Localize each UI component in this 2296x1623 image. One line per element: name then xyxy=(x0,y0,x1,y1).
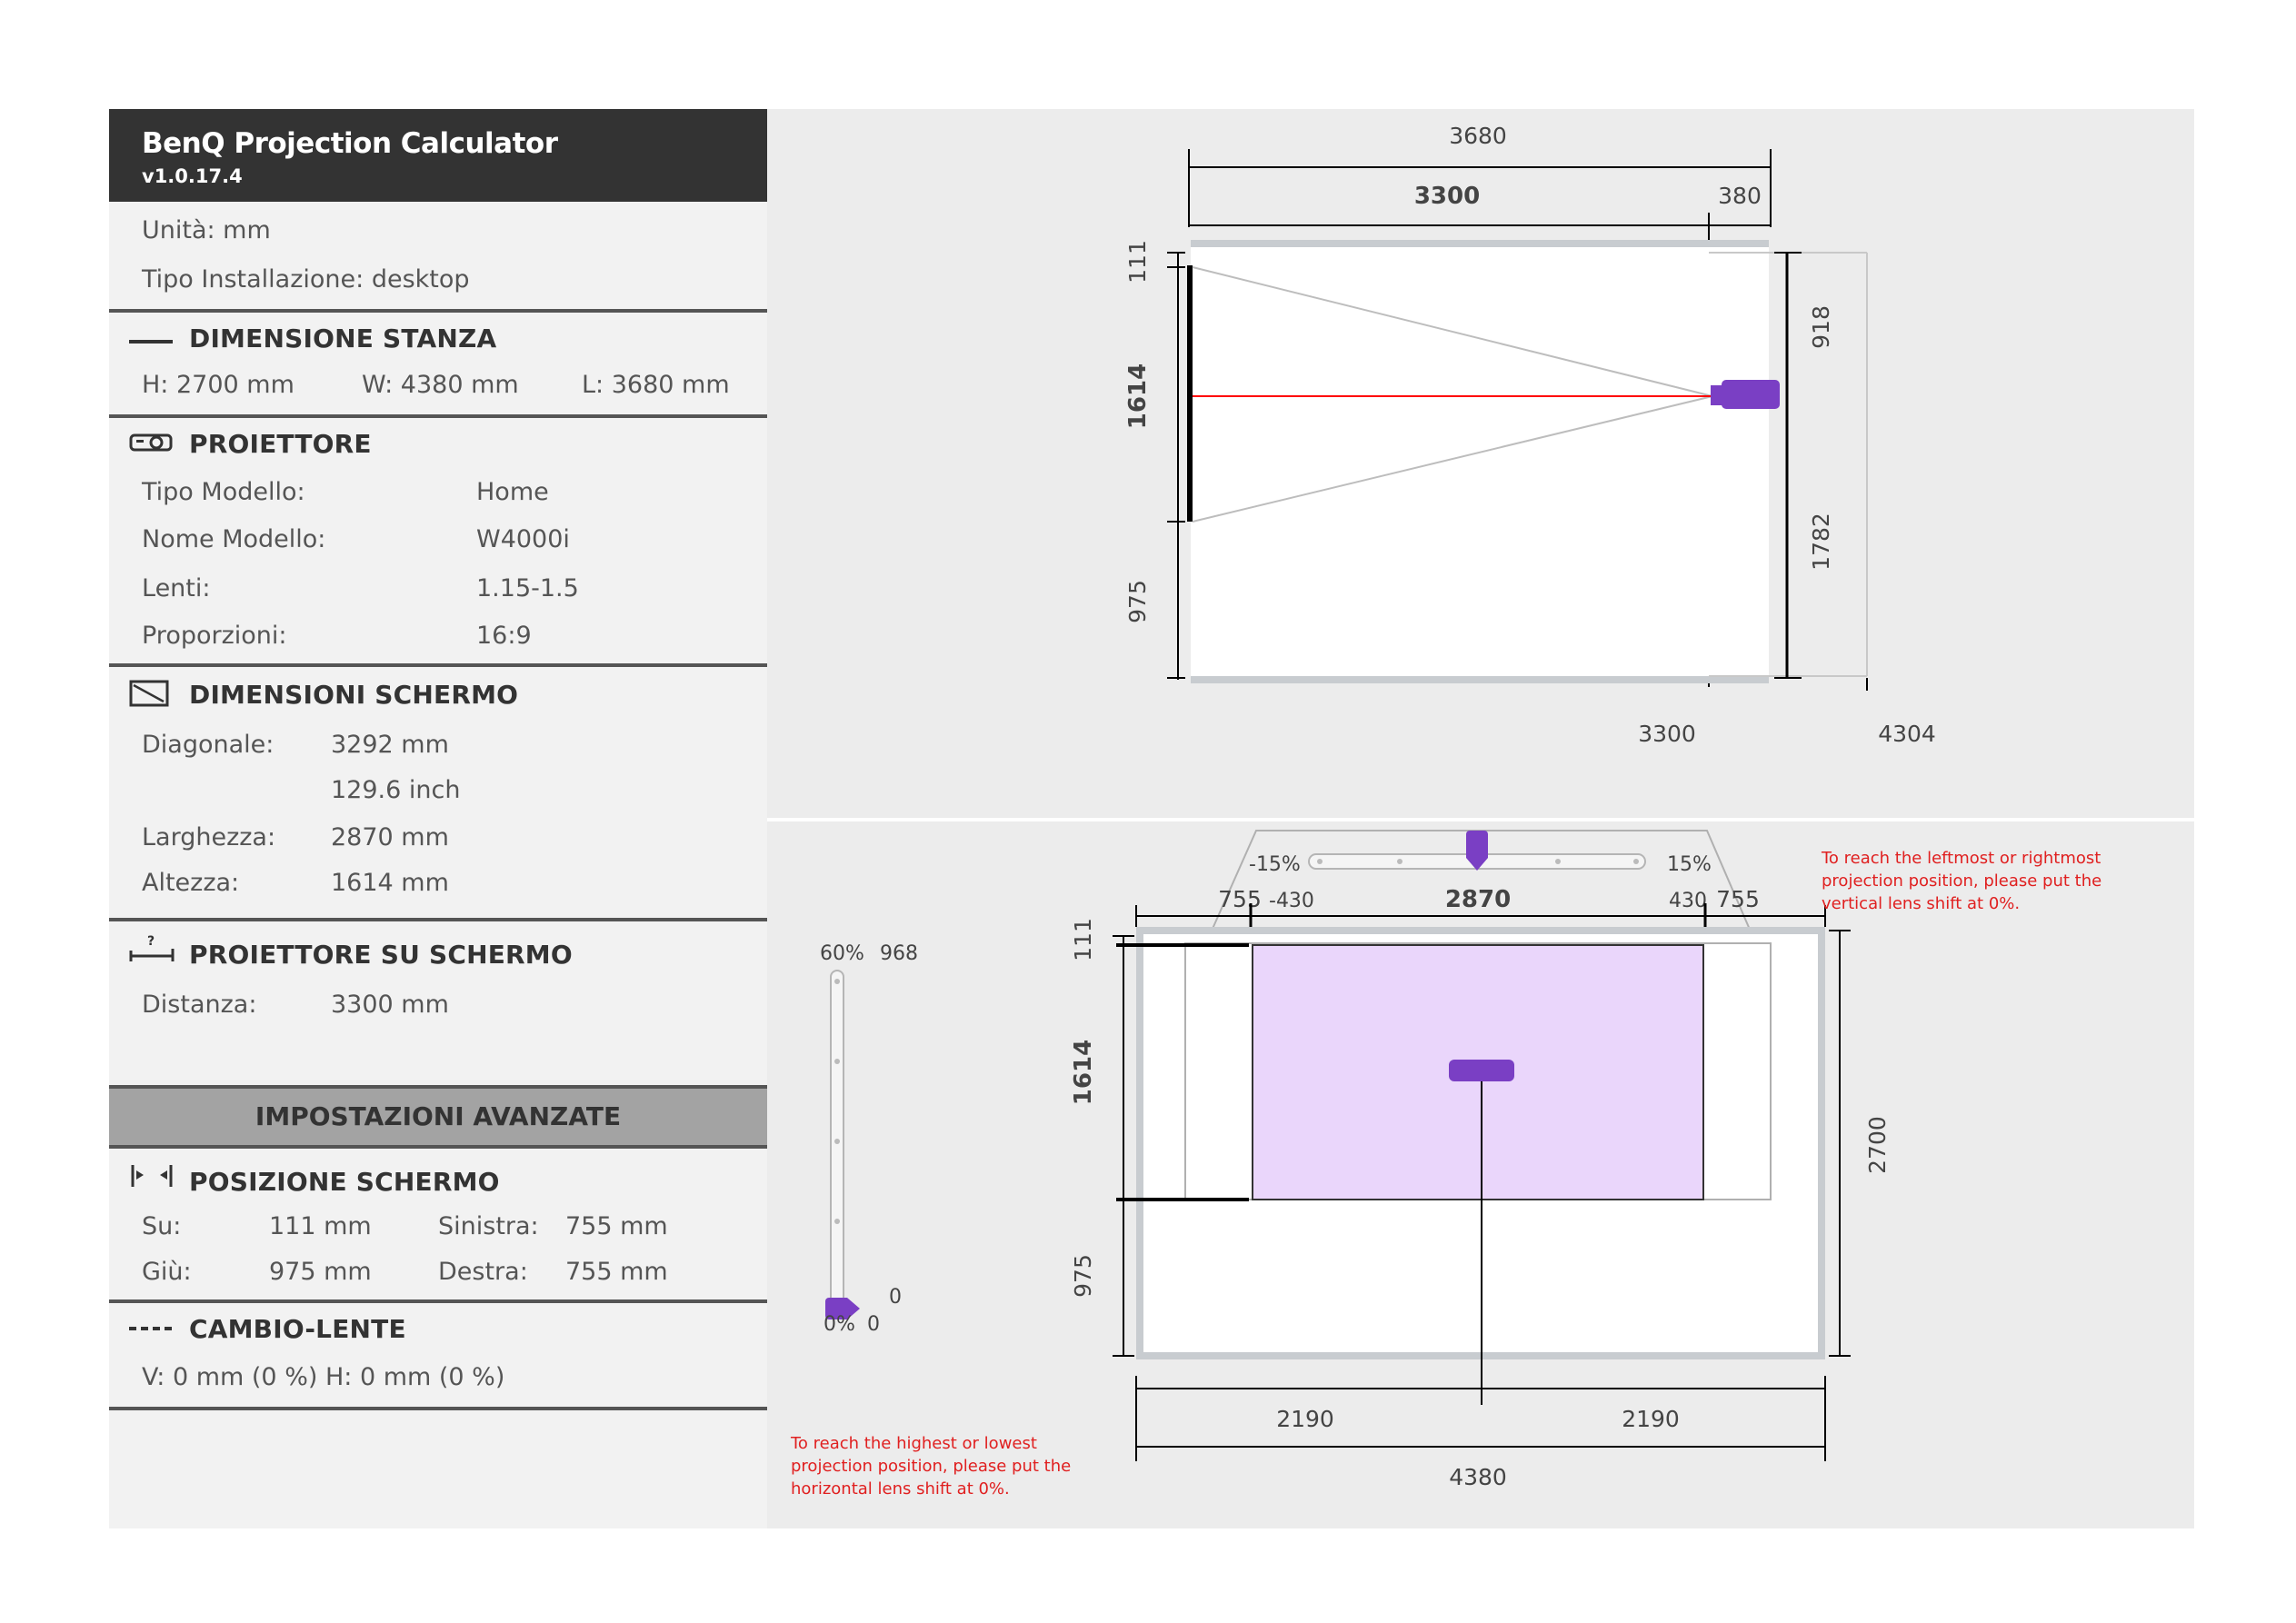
room-length[interactable]: L: 3680 mm xyxy=(582,371,730,399)
total-length-dim: 3680 xyxy=(1449,123,1507,149)
behind-dim: 380 xyxy=(1718,183,1762,209)
screen-height-dim: 1614 xyxy=(1124,363,1152,429)
bottom-margin-value[interactable]: 975 mm xyxy=(269,1258,372,1286)
right-margin-value[interactable]: 755 mm xyxy=(565,1258,668,1286)
room-dimension-icon xyxy=(129,340,173,344)
lens-shift-value[interactable]: V: 0 mm (0 %) H: 0 mm (0 %) xyxy=(142,1363,504,1391)
diagonal-label: Diagonale: xyxy=(142,731,275,759)
model-type-label: Tipo Modello: xyxy=(142,478,305,506)
left-margin-label: Sinistra: xyxy=(438,1212,539,1240)
projector-section-title: PROIETTORE xyxy=(189,429,372,459)
h-shift-max-mm: 430 xyxy=(1669,890,1707,912)
screen-width-dim: 2870 xyxy=(1445,886,1511,913)
room-width[interactable]: W: 4380 mm xyxy=(362,371,519,399)
front-top-dim: 111 xyxy=(1070,918,1096,961)
distance-value[interactable]: 3300 mm xyxy=(331,991,449,1019)
position-section-title: POSIZIONE SCHERMO xyxy=(189,1167,500,1197)
projector-icon xyxy=(129,433,173,452)
h-shift-min-mm: -430 xyxy=(1269,890,1314,912)
divider xyxy=(109,309,767,313)
bottom-dim: 975 xyxy=(1124,580,1151,623)
h-shift-min-pct: -15% xyxy=(1249,853,1301,876)
left-margin-value[interactable]: 755 mm xyxy=(565,1212,668,1240)
divider xyxy=(109,1299,767,1303)
front-bottom-dim: 975 xyxy=(1070,1254,1096,1298)
half-left-dim: 2190 xyxy=(1276,1406,1334,1432)
width-value[interactable]: 2870 mm xyxy=(331,823,449,851)
throw-section-title: PROIETTORE SU SCHERMO xyxy=(189,940,573,970)
model-type-value[interactable]: Home xyxy=(476,478,549,506)
diagram-area: 3680 3300 380 111 1614 975 918 1782 3300… xyxy=(767,109,2194,1528)
v-shift-min-mm: 0 xyxy=(867,1313,880,1336)
base-far-dim: 4304 xyxy=(1878,721,1936,747)
base-throw-dim: 3300 xyxy=(1638,721,1696,747)
v-shift-max-pct: 60% xyxy=(820,942,864,965)
width-label: Larghezza: xyxy=(142,823,276,851)
proj-bottom-dim: 1782 xyxy=(1808,513,1834,571)
horizontal-shift-note: To reach the leftmost or rightmost proje… xyxy=(1822,849,2102,913)
top-dim: 111 xyxy=(1124,240,1151,284)
screen-position-icon xyxy=(131,1165,173,1187)
height-label: Altezza: xyxy=(142,869,240,897)
room-height-dim: 2700 xyxy=(1864,1116,1891,1174)
room-section-title: DIMENSIONE STANZA xyxy=(189,324,497,353)
screen-size-icon xyxy=(129,680,169,707)
vertical-shift-note: To reach the highest or lowest projectio… xyxy=(791,1434,1072,1499)
aspect-ratio-value[interactable]: 16:9 xyxy=(476,622,532,650)
lens-shift-icon xyxy=(129,1327,175,1330)
diagonal-mm-value[interactable]: 3292 mm xyxy=(331,731,449,759)
app-header: BenQ Projection Calculator v1.0.17.4 xyxy=(109,109,767,202)
app-title: BenQ Projection Calculator xyxy=(142,127,558,160)
projector-side-body xyxy=(1722,380,1780,409)
v-shift-max-mm: 968 xyxy=(880,942,918,965)
install-type-label: Tipo Installazione: desktop xyxy=(142,265,470,294)
throw-dim: 3300 xyxy=(1414,183,1480,210)
height-value[interactable]: 1614 mm xyxy=(331,869,449,897)
h-shift-max-pct: 15% xyxy=(1667,853,1712,876)
front-screen-height-dim: 1614 xyxy=(1070,1040,1097,1105)
v-shift-min-pct: 0% xyxy=(824,1313,855,1336)
model-name-label: Nome Modello: xyxy=(142,525,326,553)
distance-label: Distanza: xyxy=(142,991,257,1019)
room-height[interactable]: H: 2700 mm xyxy=(142,371,294,399)
advanced-settings-label: IMPOSTAZIONI AVANZATE xyxy=(255,1101,622,1131)
side-view-diagram: 3680 3300 380 111 1614 975 918 1782 3300… xyxy=(1124,123,1936,747)
front-view-diagram: -15% 15% 755 -430 2870 430 755 111 1614 … xyxy=(820,830,1891,1490)
aspect-ratio-label: Proporzioni: xyxy=(142,622,287,650)
divider xyxy=(109,414,767,418)
top-margin-value[interactable]: 111 mm xyxy=(269,1212,372,1240)
diagonal-inch-value[interactable]: 129.6 inch xyxy=(331,776,460,804)
top-margin-label: Su: xyxy=(142,1212,182,1240)
divider xyxy=(109,1407,767,1410)
lens-value[interactable]: 1.15-1.5 xyxy=(476,574,579,602)
model-name-value[interactable]: W4000i xyxy=(476,525,570,553)
settings-panel: BenQ Projection Calculator v1.0.17.4 Uni… xyxy=(109,109,767,1528)
divider xyxy=(109,663,767,667)
units-label: Unità: mm xyxy=(142,216,271,244)
screen-section-title: DIMENSIONI SCHERMO xyxy=(189,680,519,710)
right-margin-dim: 755 xyxy=(1716,886,1760,912)
svg-text:?: ? xyxy=(147,934,155,949)
right-margin-label: Destra: xyxy=(438,1258,528,1286)
bottom-margin-label: Giù: xyxy=(142,1258,192,1286)
v-shift-value: 0 xyxy=(889,1286,902,1309)
projector-front-marker xyxy=(1449,1060,1514,1081)
left-margin-dim: 755 xyxy=(1218,886,1262,912)
room-width-dim: 4380 xyxy=(1449,1464,1507,1490)
advanced-settings-button[interactable]: IMPOSTAZIONI AVANZATE xyxy=(109,1085,767,1149)
proj-top-dim: 918 xyxy=(1808,305,1834,349)
divider xyxy=(109,918,767,921)
app-version: v1.0.17.4 xyxy=(142,165,243,187)
lens-label: Lenti: xyxy=(142,574,211,602)
half-right-dim: 2190 xyxy=(1622,1406,1680,1432)
throw-distance-icon: ? xyxy=(129,934,175,961)
lens-shift-section-title: CAMBIO-LENTE xyxy=(189,1314,406,1344)
